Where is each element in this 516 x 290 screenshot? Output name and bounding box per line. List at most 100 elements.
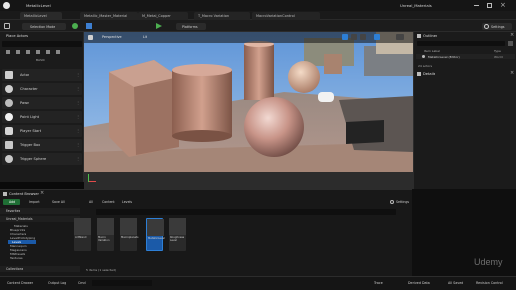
viewport-menu-icon[interactable] — [88, 35, 93, 40]
settings-button[interactable]: Settings — [482, 23, 512, 30]
gamepad-icon — [318, 92, 334, 102]
drag-handle-icon[interactable]: ⋮ — [76, 156, 80, 162]
content-browser-title: Content Browser — [9, 192, 39, 196]
details-title: Details — [423, 72, 436, 76]
place-actor-item-trigger-box[interactable]: Trigger Box ⋮ — [2, 139, 82, 151]
collections-section[interactable]: Collections — [0, 266, 80, 272]
drag-handle-icon[interactable]: ⋮ — [76, 72, 80, 78]
asset-name: MetallicLevel — [148, 237, 165, 240]
selection-mode-label: Selection Mode — [30, 24, 56, 29]
tab-m-metal-copper[interactable]: M_Metal_Copper — [138, 12, 188, 20]
save-icon[interactable] — [4, 23, 10, 29]
platforms-button[interactable]: Platforms — [176, 23, 206, 30]
close-icon[interactable]: × — [40, 190, 44, 196]
column-type[interactable]: Type — [494, 49, 501, 53]
revision-control-button[interactable]: Revision Control — [476, 281, 503, 285]
outliner-title: Outliner — [423, 34, 438, 38]
breadcrumb-all[interactable]: All — [89, 200, 93, 204]
place-actor-item-trigger-sphere[interactable]: Trigger Sphere ⋮ — [2, 153, 82, 165]
tab-label: MetallicLevel — [24, 14, 47, 18]
console-input[interactable] — [92, 280, 152, 286]
drag-handle-icon[interactable]: ⋮ — [76, 114, 80, 120]
outliner-search-input[interactable] — [417, 41, 505, 46]
tab-metallic-level[interactable]: MetallicLevel — [20, 12, 62, 20]
breadcrumb-levels[interactable]: Levels — [122, 200, 132, 204]
player-start-icon — [5, 127, 13, 135]
grid-snap-icon[interactable] — [374, 34, 380, 40]
category-icon[interactable] — [56, 50, 60, 54]
drag-handle-icon[interactable]: ⋮ — [76, 128, 80, 134]
import-button[interactable]: Import — [23, 199, 43, 205]
transform-rotate-icon[interactable] — [351, 34, 357, 40]
selection-mode-button[interactable]: Selection Mode — [22, 23, 66, 30]
tab-t-macro-variation[interactable]: T_Macro Variation — [194, 12, 250, 20]
place-actor-item-actor[interactable]: Actor ⋮ — [2, 69, 82, 81]
derived-data-button[interactable]: Derived Data — [408, 281, 430, 285]
tree-item-textures[interactable]: Textures — [10, 256, 23, 260]
trace-button[interactable]: Trace — [374, 281, 383, 285]
level-thumbnail-icon — [169, 218, 186, 235]
add-actor-icon[interactable] — [72, 23, 78, 29]
transform-scale-icon[interactable] — [360, 34, 366, 40]
actor-count: 24 actors — [418, 64, 433, 68]
settings-button[interactable]: Settings — [390, 199, 410, 205]
level-viewport[interactable]: Perspective Lit — [84, 32, 413, 189]
add-button[interactable]: Add — [3, 199, 20, 205]
lit-button[interactable]: Lit — [143, 35, 147, 39]
output-log-button[interactable]: Output Log — [46, 280, 76, 287]
cmd-button[interactable]: Cmd — [78, 280, 90, 287]
drag-handle-icon[interactable]: ⋮ — [76, 86, 80, 92]
column-item-label[interactable]: Item Label — [424, 49, 440, 53]
outliner-icon — [417, 34, 421, 38]
asset-tile-macro-variation[interactable]: Macro Variation — [97, 218, 114, 251]
place-actor-item-player-start[interactable]: Player Start ⋮ — [2, 125, 82, 137]
drag-handle-icon[interactable]: ⋮ — [76, 100, 80, 106]
maximize-icon[interactable] — [487, 3, 492, 8]
place-actor-item-character[interactable]: Character ⋮ — [2, 83, 82, 95]
level-thumbnail-icon — [74, 218, 91, 235]
outliner-row-label: MetallicLevel (Editor) — [428, 54, 460, 59]
level-thumbnail-icon — [147, 219, 164, 236]
asset-search-input[interactable] — [96, 209, 396, 215]
close-icon[interactable]: × — [510, 32, 514, 38]
place-actor-item-pawn[interactable]: Pawn ⋮ — [2, 97, 82, 109]
tab-label: MacroVariationControl — [256, 14, 295, 18]
category-icon[interactable] — [16, 50, 20, 54]
outliner-row[interactable]: MetallicLevel (Editor) World — [416, 54, 515, 59]
content-drawer-button[interactable]: Content Drawer — [3, 280, 43, 287]
place-actor-item-point-light[interactable]: Point Light ⋮ — [2, 111, 82, 123]
content-drawer-label: Content Drawer — [7, 281, 34, 285]
search-input[interactable] — [2, 41, 82, 47]
category-icon[interactable] — [26, 50, 30, 54]
drag-handle-icon[interactable]: ⋮ — [76, 142, 80, 148]
save-all-button[interactable]: Save All — [46, 199, 68, 205]
category-icon[interactable] — [6, 50, 10, 54]
project-root[interactable]: Unreal_Materials — [0, 216, 80, 222]
close-icon[interactable]: × — [510, 70, 514, 76]
category-icon[interactable] — [46, 50, 50, 54]
blueprint-icon[interactable] — [86, 23, 92, 29]
axis-gizmo-icon — [88, 172, 98, 182]
transform-move-icon[interactable] — [342, 34, 348, 40]
asset-tile-metallic-level[interactable]: MetallicLevel — [146, 218, 165, 251]
breadcrumb-content[interactable]: Content — [102, 200, 115, 204]
place-actors-title: Place Actors — [6, 34, 29, 38]
perspective-button[interactable]: Perspective — [102, 35, 122, 39]
tab-metallic-master-material[interactable]: Metallic_Master_Material — [80, 12, 138, 20]
close-icon[interactable]: × — [500, 1, 506, 9]
cmd-label: Cmd — [78, 281, 86, 285]
place-actor-label: Player Start — [20, 129, 42, 133]
minimize-icon[interactable] — [474, 5, 479, 6]
asset-tile-macroplanets[interactable]: Macroplanets — [120, 218, 138, 251]
filter-icon[interactable] — [508, 41, 513, 46]
play-icon[interactable] — [156, 23, 162, 29]
all-saved-button[interactable]: All Saved — [448, 281, 463, 285]
document-tab-bar: MetallicLevel Metallic_Master_Material M… — [0, 11, 516, 20]
asset-tile-artstand[interactable]: ArtStand — [74, 218, 91, 251]
tab-macro-variation-control[interactable]: MacroVariationControl — [252, 12, 320, 20]
pawn-icon — [5, 99, 13, 107]
camera-speed-icon[interactable] — [396, 34, 404, 40]
category-icon[interactable] — [36, 50, 40, 54]
favorites-section[interactable]: Favorites — [0, 208, 80, 214]
asset-tile-roughness-level[interactable]: Roughness Level — [169, 218, 186, 251]
